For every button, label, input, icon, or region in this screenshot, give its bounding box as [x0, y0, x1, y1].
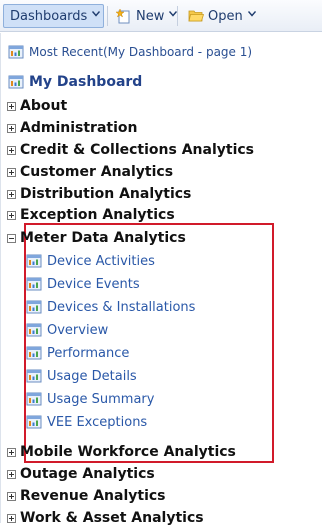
- folder-label: About: [20, 98, 68, 114]
- most-recent-label: Most Recent(My Dashboard - page 1): [29, 45, 253, 59]
- plus-box-icon[interactable]: [7, 145, 16, 155]
- folder-label: Administration: [20, 120, 138, 136]
- dashboard-item-label: Devices & Installations: [47, 299, 196, 315]
- dashboard-icon: [26, 414, 42, 430]
- dashboard-icon: [26, 391, 42, 407]
- folder-item-outage[interactable]: Outage Analytics: [7, 463, 155, 485]
- chevron-down-icon: [92, 10, 101, 18]
- dashboard-item-vee-exceptions[interactable]: VEE Exceptions: [26, 411, 147, 433]
- dashboard-icon: [8, 44, 24, 60]
- dashboards-dropdown-menu: Most Recent(My Dashboard - page 1) My Da…: [0, 33, 322, 526]
- dashboard-item-performance[interactable]: Performance: [26, 342, 129, 364]
- plus-box-icon[interactable]: [7, 447, 16, 457]
- folder-item-distribution[interactable]: Distribution Analytics: [7, 183, 191, 205]
- plus-box-icon[interactable]: [7, 123, 16, 133]
- my-dashboard-label: My Dashboard: [29, 74, 143, 90]
- toolbar-divider: [177, 6, 178, 26]
- dashboard-item-usage-summary[interactable]: Usage Summary: [26, 388, 154, 410]
- dashboard-item-label: Device Events: [47, 276, 140, 292]
- folder-item-administration[interactable]: Administration: [7, 117, 137, 139]
- dashboard-item-overview[interactable]: Overview: [26, 319, 108, 341]
- dashboard-item-label: Overview: [47, 322, 109, 338]
- dashboard-icon: [26, 345, 42, 361]
- folder-item-mobile-workforce[interactable]: Mobile Workforce Analytics: [7, 441, 236, 463]
- folder-item-revenue[interactable]: Revenue Analytics: [7, 485, 166, 507]
- my-dashboard-item[interactable]: My Dashboard: [8, 71, 142, 93]
- dashboard-icon: [26, 276, 42, 292]
- plus-box-icon[interactable]: [7, 167, 16, 177]
- folder-item-customer[interactable]: Customer Analytics: [7, 161, 173, 183]
- dashboard-item-devices-installations[interactable]: Devices & Installations: [26, 296, 195, 318]
- dashboard-item-usage-details[interactable]: Usage Details: [26, 365, 137, 387]
- dashboard-icon: [26, 368, 42, 384]
- dashboard-item-label: VEE Exceptions: [47, 414, 148, 430]
- plus-box-icon[interactable]: [7, 189, 16, 199]
- folder-item-exception[interactable]: Exception Analytics: [7, 204, 175, 226]
- folder-label: Revenue Analytics: [20, 488, 166, 504]
- folder-label: Distribution Analytics: [20, 186, 192, 202]
- minus-box-icon[interactable]: [7, 233, 16, 243]
- dashboard-item-label: Usage Summary: [47, 391, 155, 407]
- plus-box-icon[interactable]: [7, 469, 16, 479]
- chevron-down-icon: [169, 10, 178, 18]
- toolbar-divider: [107, 6, 108, 26]
- folder-label: Customer Analytics: [20, 164, 174, 180]
- plus-box-icon[interactable]: [7, 101, 16, 111]
- open-menu-button[interactable]: Open: [182, 4, 322, 28]
- toolbar: Dashboards New Open: [0, 0, 322, 32]
- dashboard-icon: [8, 74, 24, 90]
- chevron-down-icon: [247, 10, 256, 18]
- plus-box-icon[interactable]: [7, 513, 16, 523]
- folder-label: Meter Data Analytics: [20, 230, 186, 246]
- folder-item-about[interactable]: About: [7, 95, 67, 117]
- folder-label: Work & Asset Analytics: [20, 510, 204, 526]
- open-label: Open: [208, 8, 243, 24]
- folder-item-credit-collections[interactable]: Credit & Collections Analytics: [7, 139, 254, 161]
- dashboard-item-label: Usage Details: [47, 368, 137, 384]
- folder-open-icon: [188, 8, 205, 24]
- folder-item-work-asset[interactable]: Work & Asset Analytics: [7, 507, 204, 529]
- dashboard-icon: [26, 322, 42, 338]
- new-menu-button[interactable]: New: [110, 4, 178, 28]
- most-recent-item[interactable]: Most Recent(My Dashboard - page 1): [8, 41, 252, 63]
- plus-box-icon[interactable]: [7, 210, 16, 220]
- dashboard-item-device-events[interactable]: Device Events: [26, 273, 140, 295]
- dashboard-item-label: Performance: [47, 345, 130, 361]
- new-star-icon: [115, 8, 132, 24]
- folder-label: Exception Analytics: [20, 207, 175, 223]
- dashboard-item-label: Device Activities: [47, 253, 155, 269]
- dashboards-label: Dashboards: [10, 8, 88, 24]
- folder-label: Outage Analytics: [20, 466, 155, 482]
- plus-box-icon[interactable]: [7, 491, 16, 501]
- dashboard-icon: [26, 253, 42, 269]
- new-label: New: [136, 8, 165, 24]
- folder-label: Credit & Collections Analytics: [20, 142, 255, 158]
- dashboards-menu-button[interactable]: Dashboards: [3, 4, 104, 28]
- dashboard-item-device-activities[interactable]: Device Activities: [26, 250, 155, 272]
- folder-label: Mobile Workforce Analytics: [20, 444, 236, 460]
- dashboard-icon: [26, 299, 42, 315]
- folder-item-meter-data[interactable]: Meter Data Analytics: [7, 227, 186, 249]
